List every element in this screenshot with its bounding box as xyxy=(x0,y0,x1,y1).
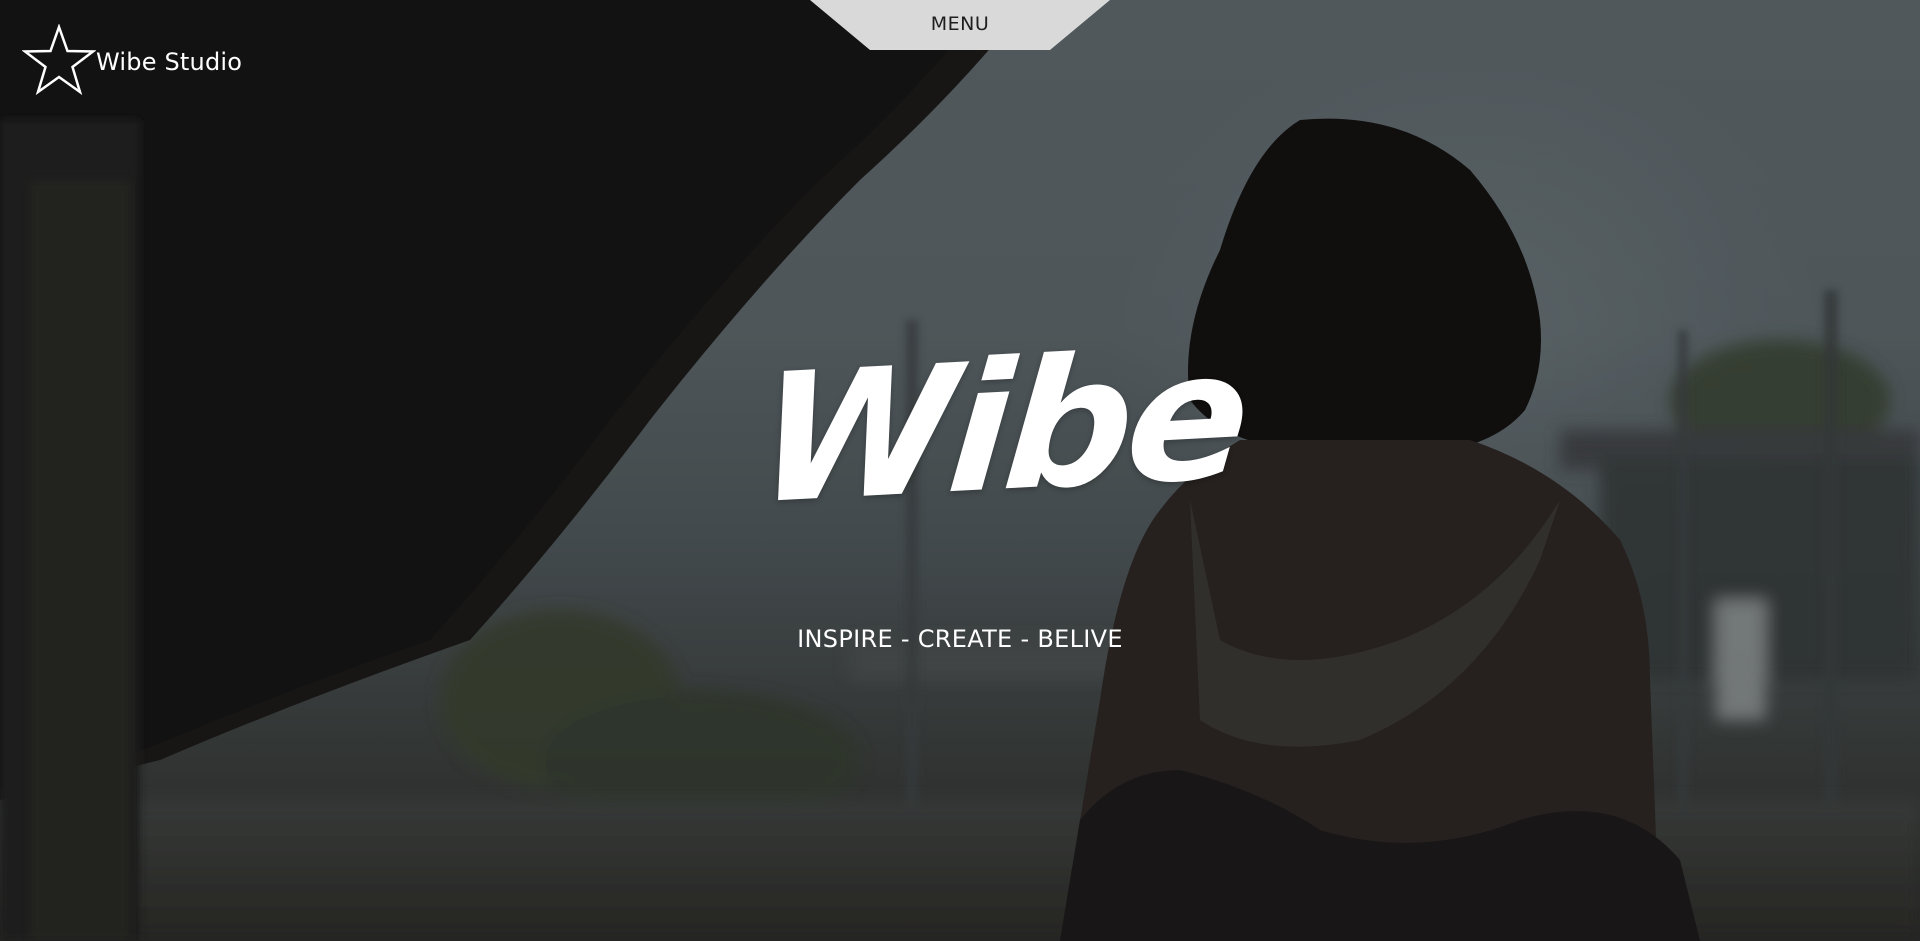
hero-tagline: INSPIRE - CREATE - BELIVE xyxy=(797,625,1123,653)
logo[interactable]: Wibe Studio xyxy=(22,24,242,96)
hero-section: MENU Wibe Studio Wibe INSPIRE - CREATE -… xyxy=(0,0,1920,941)
menu-button[interactable]: MENU xyxy=(810,0,1110,50)
hero-title: Wibe xyxy=(749,311,1253,544)
menu-label: MENU xyxy=(930,13,990,35)
logo-text: Wibe Studio xyxy=(96,48,243,76)
star-outline-icon xyxy=(22,24,96,96)
